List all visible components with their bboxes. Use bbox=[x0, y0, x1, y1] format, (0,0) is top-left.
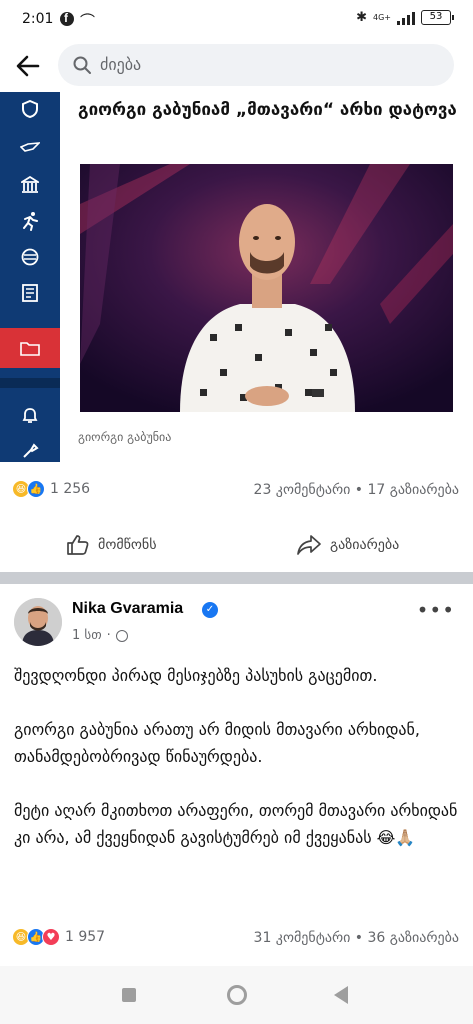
post-stats: 😆 👍 ♥ 1 957 31 კომენტარი • 36 გაზიარება bbox=[0, 922, 473, 954]
facebook-icon bbox=[60, 11, 74, 26]
thumbs-up-icon bbox=[67, 535, 89, 555]
battery-icon: 53 bbox=[421, 10, 454, 25]
love-reaction-icon: ♥ bbox=[42, 928, 60, 946]
meta-dot: · bbox=[106, 628, 111, 643]
search-icon bbox=[73, 56, 91, 74]
post-paragraph: შევდღონდი პირად მესიჯებზე პასუხის გაცემი… bbox=[14, 666, 378, 685]
post-meta: 1 სთ · bbox=[72, 628, 128, 643]
shared-article-image[interactable]: გიორგი გაბუნიამ „მთავარი“ არხი დატოვა გი… bbox=[0, 92, 473, 462]
tool-icon bbox=[0, 434, 60, 462]
bell-icon bbox=[0, 398, 60, 432]
post-text: შევდღონდი პირად მესიჯებზე პასუხის გაცემი… bbox=[14, 662, 459, 878]
article-title: გიორგი გაბუნიამ „მთავარი“ არხი დატოვა bbox=[78, 100, 457, 120]
system-navigation-bar bbox=[0, 966, 473, 1024]
share-button[interactable]: გაზიარება bbox=[296, 528, 399, 562]
status-time: 2:01 bbox=[22, 11, 54, 27]
post-header: Nika Gvaramia ✓ 1 სთ · ••• bbox=[0, 594, 473, 656]
folder-icon bbox=[0, 328, 60, 368]
verified-badge-icon: ✓ bbox=[202, 602, 218, 618]
like-button[interactable]: მომწონს bbox=[66, 528, 157, 562]
search-placeholder: ძიება bbox=[100, 55, 142, 74]
share-label: გაზიარება bbox=[330, 537, 400, 553]
bluetooth-icon: ✱ bbox=[356, 10, 367, 25]
globe-icon bbox=[115, 629, 128, 642]
author-name[interactable]: Nika Gvaramia bbox=[72, 600, 183, 618]
like-reaction-icon: 👍 bbox=[27, 480, 45, 498]
status-bar: 2:01 ⌒ ✱ 4G+ 53 bbox=[0, 0, 473, 40]
back-arrow-icon[interactable] bbox=[14, 52, 42, 80]
back-triangle-icon[interactable] bbox=[334, 986, 348, 1004]
network-type: 4G+ bbox=[373, 13, 391, 22]
search-header: ძიება bbox=[0, 40, 473, 92]
shield-icon bbox=[0, 92, 60, 126]
post-stats: 😆 👍 1 256 23 კომენტარი • 17 გაზიარება bbox=[0, 474, 473, 506]
article-photo bbox=[80, 164, 453, 412]
reactions-summary[interactable]: 😆 👍 1 256 bbox=[12, 480, 90, 498]
search-input[interactable]: ძიება bbox=[58, 44, 454, 86]
like-label: მომწონს bbox=[98, 537, 157, 553]
post-paragraph: მეტი აღარ მკითხოთ არაფერი, თორემ მთავარი… bbox=[14, 801, 458, 847]
presenter-illustration bbox=[80, 164, 453, 412]
article-site-sidebar bbox=[0, 92, 60, 462]
missed-call-icon: ⌒ bbox=[80, 12, 96, 30]
status-indicators: ✱ 4G+ 53 bbox=[356, 10, 454, 25]
comments-shares-count[interactable]: 31 კომენტარი • 36 გაზიარება bbox=[254, 930, 459, 946]
building-icon bbox=[0, 168, 60, 202]
comments-shares-count[interactable]: 23 კომენტარი • 17 გაზიარება bbox=[254, 482, 459, 498]
recent-apps-icon[interactable] bbox=[122, 988, 136, 1002]
post-paragraph: გიორგი გაბუნია არათუ არ მიდის მთავარი არ… bbox=[14, 720, 420, 766]
reactions-summary[interactable]: 😆 👍 ♥ 1 957 bbox=[12, 928, 105, 946]
feed-separator bbox=[0, 572, 473, 584]
ball-icon bbox=[0, 240, 60, 274]
avatar[interactable] bbox=[14, 598, 62, 646]
reaction-count: 1 256 bbox=[50, 481, 91, 497]
reaction-count: 1 957 bbox=[65, 929, 106, 945]
signal-icon bbox=[397, 11, 415, 25]
sidebar-divider bbox=[0, 378, 60, 388]
share-arrow-icon bbox=[297, 535, 321, 555]
post-time[interactable]: 1 სთ bbox=[72, 628, 102, 643]
post-actions: მომწონს გაზიარება bbox=[0, 520, 473, 570]
home-icon[interactable] bbox=[227, 985, 247, 1005]
photo-caption: გიორგი გაბუნია bbox=[78, 430, 172, 444]
plane-icon bbox=[0, 130, 60, 164]
more-icon[interactable]: ••• bbox=[417, 598, 455, 622]
newspaper-icon bbox=[0, 276, 60, 310]
runner-icon bbox=[0, 204, 60, 238]
